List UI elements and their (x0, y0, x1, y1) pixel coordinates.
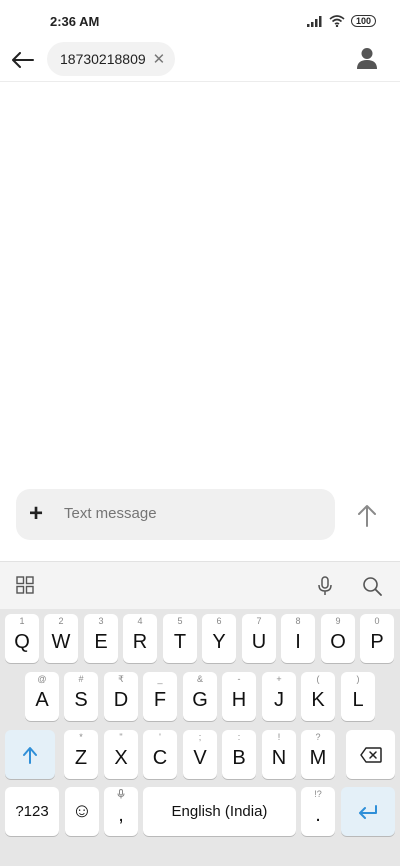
symbols-key[interactable]: ?123 (5, 787, 59, 836)
back-button[interactable] (10, 49, 36, 71)
period-key[interactable]: !?. (301, 787, 335, 836)
status-icons: 100 (306, 15, 376, 27)
battery-indicator: 100 (350, 15, 376, 27)
signal-icon (306, 15, 322, 27)
key-h[interactable]: -H (222, 672, 256, 721)
key-c[interactable]: ' C (143, 730, 177, 779)
conversation-header: 18730218809 ✕ (0, 40, 400, 82)
key-t[interactable]: 5T (163, 614, 197, 663)
key-q[interactable]: 1Q (5, 614, 39, 663)
key-p[interactable]: 0P (360, 614, 394, 663)
key-u[interactable]: 7U (242, 614, 276, 663)
key-j[interactable]: + J (262, 672, 296, 721)
key-w[interactable]: 2W (44, 614, 78, 663)
microphone-icon (318, 576, 332, 595)
backspace-key[interactable] (346, 730, 395, 779)
key-l[interactable]: ) L (341, 672, 375, 721)
arrow-up-icon (358, 505, 376, 527)
remove-recipient-icon[interactable]: ✕ (153, 52, 166, 67)
enter-arrow-icon (359, 804, 377, 819)
person-icon (357, 48, 377, 69)
key-o[interactable]: 9O (321, 614, 355, 663)
key-m[interactable]: ? M (301, 730, 335, 779)
key-n[interactable]: ! N (262, 730, 296, 779)
comma-key[interactable]: , (104, 787, 138, 836)
attach-plus-icon[interactable]: + (29, 502, 43, 526)
emoji-key[interactable]: ☺ (65, 787, 99, 836)
key-a[interactable]: @ A (25, 672, 59, 721)
key-v[interactable]: ; V (183, 730, 217, 779)
space-key[interactable]: English (India) (143, 787, 296, 836)
key-f[interactable]: _ F (143, 672, 177, 721)
recipient-number: 18730218809 (60, 51, 146, 67)
shift-key[interactable] (5, 730, 55, 779)
key-d[interactable]: ₹ D (104, 672, 138, 721)
key-s[interactable]: # S (64, 672, 98, 721)
key-r[interactable]: 4R (123, 614, 157, 663)
keyboard-search-button[interactable] (362, 576, 382, 596)
wifi-icon (329, 15, 345, 27)
soft-keyboard: 1Q 2W 3E 4R 5T 6Y 7U 8I 9O 0P @ A # S ₹ D _… (0, 561, 400, 866)
apps-grid-button[interactable] (16, 576, 36, 596)
message-composer: + (16, 489, 335, 540)
status-bar: 2:36 AM 100 (0, 0, 400, 40)
key-x[interactable]: " X (104, 730, 138, 779)
key-b[interactable]: :B (222, 730, 256, 779)
status-time: 2:36 AM (50, 14, 100, 29)
search-icon (363, 577, 382, 596)
key-g[interactable]: & G (183, 672, 217, 721)
voice-input-button[interactable] (316, 576, 336, 596)
keyboard-toolbar (0, 561, 400, 609)
key-y[interactable]: 6Y (202, 614, 236, 663)
key-e[interactable]: 3E (84, 614, 118, 663)
enter-key[interactable] (341, 787, 395, 836)
key-k[interactable]: (K (301, 672, 335, 721)
text-message-input[interactable] (64, 505, 314, 522)
microphone-icon (117, 789, 125, 799)
recipient-chip[interactable]: 18730218809 ✕ (47, 42, 176, 76)
key-i[interactable]: 8I (281, 614, 315, 663)
contact-button[interactable] (356, 47, 378, 71)
backspace-icon (359, 746, 382, 763)
key-z[interactable]: * Z (64, 730, 98, 779)
emoji-icon: ☺ (71, 800, 93, 822)
send-button[interactable] (354, 503, 380, 529)
arrow-left-icon (12, 52, 34, 68)
grid-icon (16, 576, 34, 594)
shift-arrow-icon (23, 746, 37, 764)
